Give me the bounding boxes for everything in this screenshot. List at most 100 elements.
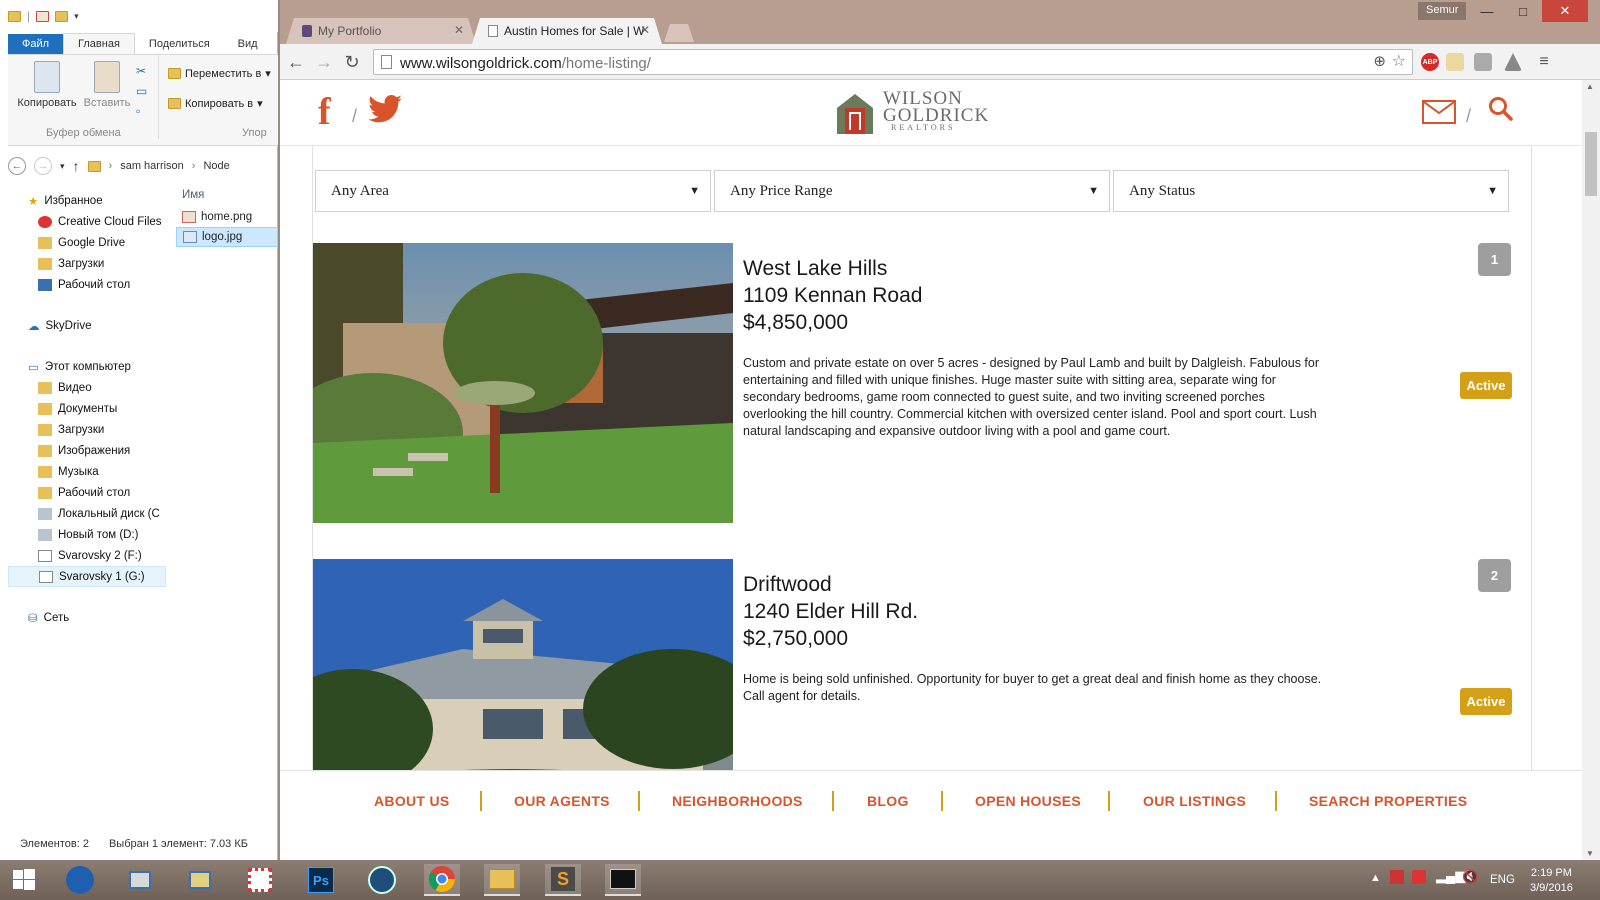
- nav-network[interactable]: ⛁ Сеть: [8, 607, 166, 628]
- properties-icon[interactable]: [36, 10, 50, 22]
- nav-google-drive[interactable]: Google Drive: [8, 232, 166, 253]
- security-icon[interactable]: [1412, 870, 1426, 884]
- new-tab-button[interactable]: [664, 24, 694, 42]
- tab-view[interactable]: Вид: [224, 34, 272, 54]
- nav-drive-d[interactable]: Новый том (D:): [8, 524, 166, 545]
- nav-desktop[interactable]: Рабочий стол: [8, 482, 166, 503]
- tab-share[interactable]: Поделиться: [135, 34, 224, 54]
- close-tab-icon[interactable]: ✕: [454, 23, 464, 37]
- scroll-up-icon[interactable]: ▲: [1586, 82, 1594, 91]
- clock[interactable]: 2:19 PM 3/9/2016: [1530, 866, 1573, 896]
- nav-downloads-fav[interactable]: Загрузки: [8, 253, 166, 274]
- file-explorer-taskbar-icon[interactable]: [484, 864, 520, 896]
- column-header-name[interactable]: Имя: [176, 185, 278, 207]
- back-arrow-icon[interactable]: ←: [286, 52, 306, 72]
- forward-icon[interactable]: →: [34, 157, 52, 175]
- area-filter-select[interactable]: Any Area ▼: [315, 170, 711, 212]
- nav-this-pc[interactable]: ▭ Этот компьютер: [8, 356, 166, 377]
- nav-creative-cloud[interactable]: Creative Cloud Files: [8, 211, 166, 232]
- extension-notes-icon[interactable]: [1446, 53, 1464, 71]
- copy-button[interactable]: Копировать: [14, 61, 80, 109]
- tab-home[interactable]: Главная: [63, 33, 135, 54]
- nav-open-houses[interactable]: OPEN HOUSES: [975, 793, 1081, 809]
- zoom-icon[interactable]: ⊕: [1373, 52, 1386, 70]
- nav-documents[interactable]: Документы: [8, 398, 166, 419]
- tab-file[interactable]: Файл: [8, 34, 64, 54]
- reload-icon[interactable]: ↻: [342, 52, 362, 72]
- nav-blog[interactable]: BLOG: [867, 793, 909, 809]
- listing-area[interactable]: Driftwood: [743, 571, 918, 598]
- nav-music[interactable]: Музыка: [8, 461, 166, 482]
- start-windows-icon[interactable]: [6, 864, 42, 896]
- status-filter-select[interactable]: Any Status ▼: [1113, 170, 1509, 212]
- breadcrumb-node[interactable]: Node: [203, 160, 229, 172]
- nav-videos[interactable]: Видео: [8, 377, 166, 398]
- file-item[interactable]: home.png: [176, 207, 278, 227]
- nav-downloads[interactable]: Загрузки: [8, 419, 166, 440]
- apps-grid-icon[interactable]: [242, 864, 278, 896]
- close-window-icon[interactable]: ✕: [1542, 0, 1588, 22]
- extension-layers-icon[interactable]: [1474, 53, 1492, 71]
- new-folder-icon[interactable]: [55, 10, 69, 22]
- wifi-signal-icon[interactable]: ▂▄▆: [1436, 868, 1465, 884]
- nav-drive-g[interactable]: Svarovsky 1 (G:): [8, 566, 166, 587]
- nav-our-agents[interactable]: OUR AGENTS: [514, 793, 610, 809]
- nav-favorites[interactable]: ★ Избранное: [8, 190, 166, 211]
- page-scrollbar[interactable]: ▲ ▼: [1582, 80, 1600, 860]
- minimize-icon[interactable]: —: [1468, 0, 1506, 22]
- menu-icon[interactable]: ≡: [1534, 52, 1554, 72]
- paste-button[interactable]: Вставить: [82, 61, 132, 109]
- sublime-text-icon[interactable]: S: [545, 864, 581, 896]
- nav-search-properties[interactable]: SEARCH PROPERTIES: [1309, 793, 1467, 809]
- language-indicator[interactable]: ENG: [1490, 874, 1515, 886]
- nav-pictures[interactable]: Изображения: [8, 440, 166, 461]
- tab-austin-homes[interactable]: Austin Homes for Sale | W ✕: [472, 18, 662, 44]
- show-hidden-icons-icon[interactable]: ▲: [1370, 872, 1381, 884]
- site-logo[interactable]: WILSON GOLDRICK REALTORS: [835, 88, 995, 140]
- remote-desktop-icon[interactable]: [122, 864, 158, 896]
- maximize-icon[interactable]: □: [1504, 0, 1542, 22]
- twitter-icon[interactable]: [368, 95, 402, 123]
- app-tree-icon[interactable]: [364, 864, 400, 896]
- nav-about-us[interactable]: ABOUT US: [374, 793, 450, 809]
- nav-drive-f[interactable]: Svarovsky 2 (F:): [8, 545, 166, 566]
- mail-icon[interactable]: [1422, 100, 1456, 124]
- forward-arrow-icon[interactable]: →: [314, 52, 334, 72]
- cut-icon[interactable]: ✂: [136, 61, 150, 81]
- scrollbar-thumb[interactable]: [1585, 132, 1597, 196]
- command-prompt-icon[interactable]: [605, 864, 641, 896]
- adblock-plus-icon[interactable]: ABP: [1421, 53, 1439, 71]
- bookmark-star-icon[interactable]: ☆: [1392, 51, 1406, 71]
- scroll-down-icon[interactable]: ▼: [1586, 849, 1594, 858]
- chrome-taskbar-icon[interactable]: [424, 864, 460, 896]
- nav-desktop-fav[interactable]: Рабочий стол: [8, 274, 166, 295]
- flag-icon[interactable]: [1390, 870, 1404, 884]
- copy-path-icon[interactable]: ▭: [136, 81, 150, 101]
- breadcrumb-sam-harrison[interactable]: sam harrison: [120, 160, 184, 172]
- drive-extension-icon[interactable]: [1504, 53, 1522, 71]
- up-icon[interactable]: ↑: [73, 158, 80, 174]
- recent-locations-icon[interactable]: ▾: [60, 161, 65, 172]
- page-info-icon[interactable]: [381, 55, 392, 69]
- nav-neighborhoods[interactable]: NEIGHBORHOODS: [672, 793, 803, 809]
- back-icon[interactable]: ←: [8, 157, 26, 175]
- volume-muted-icon[interactable]: 🔇: [1462, 869, 1478, 885]
- listing-area[interactable]: West Lake Hills: [743, 255, 922, 282]
- close-tab-icon[interactable]: ✕: [640, 23, 650, 37]
- tab-my-portfolio[interactable]: My Portfolio ✕: [286, 18, 476, 44]
- nav-our-listings[interactable]: OUR LISTINGS: [1143, 793, 1246, 809]
- price-filter-select[interactable]: Any Price Range ▼: [714, 170, 1110, 212]
- search-icon[interactable]: [1488, 96, 1514, 122]
- app-bird-icon[interactable]: [62, 864, 98, 896]
- move-to-button[interactable]: Переместить в ▾: [168, 67, 271, 80]
- url-bar[interactable]: www.wilsongoldrick.com/home-listing/ ⊕ ☆: [373, 49, 1413, 75]
- network-tool-icon[interactable]: [182, 864, 218, 896]
- copy-to-button[interactable]: Копировать в ▾: [168, 97, 263, 110]
- file-item[interactable]: logo.jpg: [176, 227, 278, 247]
- folder-icon[interactable]: [8, 10, 21, 22]
- customize-qat-icon[interactable]: ▾: [74, 11, 79, 22]
- paste-shortcut-icon[interactable]: ▫: [136, 101, 150, 121]
- profile-name[interactable]: Semur: [1418, 2, 1467, 20]
- facebook-icon[interactable]: f: [318, 90, 331, 134]
- photoshop-icon[interactable]: Ps: [303, 864, 339, 896]
